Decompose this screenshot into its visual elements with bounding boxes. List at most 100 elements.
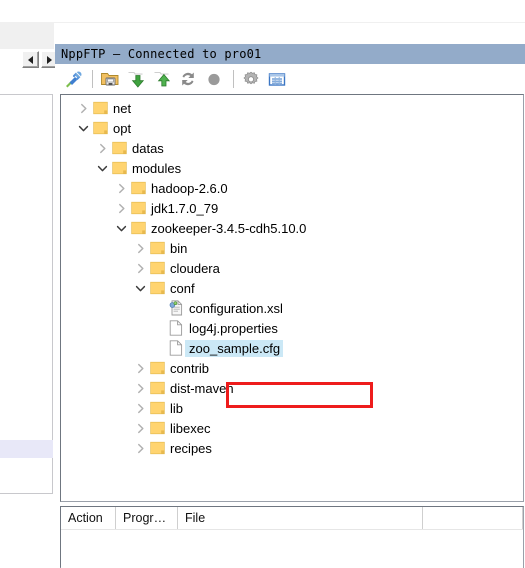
folder-icon (129, 178, 147, 198)
tree-node-label: log4j.properties (189, 320, 278, 336)
queue-column-spacer (423, 507, 523, 529)
tree-node-label: net (113, 100, 132, 116)
tree-node-cloudera[interactable]: cloudera (61, 258, 523, 278)
tree-node-lib[interactable]: lib (61, 398, 523, 418)
tree-node-datas[interactable]: datas (61, 138, 523, 158)
tree-node-label: opt (113, 120, 132, 136)
chevron-down-icon[interactable] (75, 118, 91, 138)
queue-column-progress[interactable]: Progr… (116, 507, 178, 529)
chevron-down-icon[interactable] (132, 278, 148, 298)
editor-highlight-band (0, 440, 53, 458)
tree-node-opt[interactable]: opt (61, 118, 523, 138)
tree-node-label: zoo_sample.cfg (185, 339, 284, 357)
chevron-right-icon[interactable] (132, 418, 148, 438)
tree-node-jdk1-7-0-79[interactable]: jdk1.7.0_79 (61, 198, 523, 218)
tree-node-modules[interactable]: modules (61, 158, 523, 178)
tree-node-recipes[interactable]: recipes (61, 438, 523, 458)
folder-icon (91, 118, 109, 138)
scroll-left-button[interactable] (22, 51, 39, 68)
tree-node-label: cloudera (170, 260, 220, 276)
tree-node-label: datas (132, 140, 164, 156)
tree-node-label: lib (170, 400, 184, 416)
tree-node-label: contrib (170, 360, 210, 376)
tree-node-label: hadoop-2.6.0 (151, 180, 228, 196)
file-icon (167, 338, 185, 358)
folder-icon (129, 198, 147, 218)
chevron-down-icon[interactable] (94, 158, 110, 178)
folder-icon (148, 378, 166, 398)
folder-icon (91, 98, 109, 118)
chevron-right-icon[interactable] (132, 378, 148, 398)
chevron-left-icon (28, 55, 33, 64)
folder-icon (148, 278, 166, 298)
queue-column-action[interactable]: Action (61, 507, 116, 529)
chevron-right-icon[interactable] (75, 98, 91, 118)
chevron-right-icon[interactable] (132, 358, 148, 378)
folder-icon (148, 438, 166, 458)
remote-file-tree[interactable]: net opt datas modules hadoop-2.6.0 jdk1.7.0_7… (60, 94, 524, 502)
tree-node-configuration-xsl[interactable]: configuration.xsl (61, 298, 523, 318)
file-icon (167, 318, 185, 338)
abort-button[interactable] (202, 67, 226, 91)
chevron-right-icon[interactable] (113, 198, 129, 218)
tree-node-libexec[interactable]: libexec (61, 418, 523, 438)
tree-node-dist-maven[interactable]: dist-maven (61, 378, 523, 398)
refresh-button[interactable] (176, 67, 200, 91)
tree-node-label: jdk1.7.0_79 (151, 200, 219, 216)
nppftp-panel: NppFTP — Connected to pro01 net opt data… (55, 44, 525, 568)
chevron-right-icon[interactable] (94, 138, 110, 158)
connect-icon (66, 71, 82, 88)
chevron-right-icon[interactable] (132, 438, 148, 458)
chevron-right-icon[interactable] (113, 178, 129, 198)
tree-node-hadoop-2-6-0[interactable]: hadoop-2.6.0 (61, 178, 523, 198)
folder-icon (148, 238, 166, 258)
connect-button[interactable] (61, 67, 85, 91)
queue-column-headers: Action Progr… File (61, 507, 523, 530)
download-button[interactable] (124, 67, 148, 91)
tree-node-label: modules (132, 160, 182, 176)
messages-icon (268, 73, 286, 86)
tree-node-zookeeper-3-4-5-cdh5-10-0[interactable]: zookeeper-3.4.5-cdh5.10.0 (61, 218, 523, 238)
messages-button[interactable] (265, 67, 289, 91)
toolbar-separator-2 (233, 70, 234, 88)
chevron-down-icon[interactable] (113, 218, 129, 238)
folder-icon (148, 418, 166, 438)
chevron-right-icon[interactable] (132, 238, 148, 258)
tree-node-bin[interactable]: bin (61, 238, 523, 258)
open-directory-button[interactable] (98, 67, 122, 91)
panel-titlebar: NppFTP — Connected to pro01 (55, 44, 525, 64)
download-icon (128, 71, 145, 88)
queue-rows[interactable] (61, 530, 523, 568)
tree-node-net[interactable]: net (61, 98, 523, 118)
folder-icon (129, 218, 147, 238)
tree-node-label: configuration.xsl (189, 300, 283, 316)
tree-node-contrib[interactable]: contrib (61, 358, 523, 378)
editor-pane (0, 23, 54, 531)
upload-button[interactable] (150, 67, 174, 91)
chevron-right-icon[interactable] (132, 258, 148, 278)
tree-node-label: dist-maven (170, 380, 234, 396)
editor-text-area[interactable] (0, 94, 53, 494)
folder-icon (148, 358, 166, 378)
tree-node-conf[interactable]: conf (61, 278, 523, 298)
tree-node-label: zookeeper-3.4.5-cdh5.10.0 (151, 220, 307, 236)
window-top-strip (0, 0, 525, 23)
folder-icon (110, 138, 128, 158)
folder-icon (148, 398, 166, 418)
tree-node-label: conf (170, 280, 195, 296)
tree-node-label: bin (170, 240, 188, 256)
chevron-right-icon (47, 55, 52, 64)
chevron-right-icon[interactable] (132, 398, 148, 418)
tree-node-log4j-properties[interactable]: log4j.properties (61, 318, 523, 338)
settings-icon (243, 71, 259, 85)
tree-node-list: net opt datas modules hadoop-2.6.0 jdk1.7.0_7… (61, 96, 523, 458)
tree-node-zoo-sample-cfg[interactable]: zoo_sample.cfg (61, 338, 523, 358)
abort-icon (208, 73, 220, 86)
tab-scroll-buttons[interactable] (22, 51, 58, 68)
queue-column-file[interactable]: File (178, 507, 423, 529)
folder-icon (148, 258, 166, 278)
settings-button[interactable] (239, 67, 263, 91)
